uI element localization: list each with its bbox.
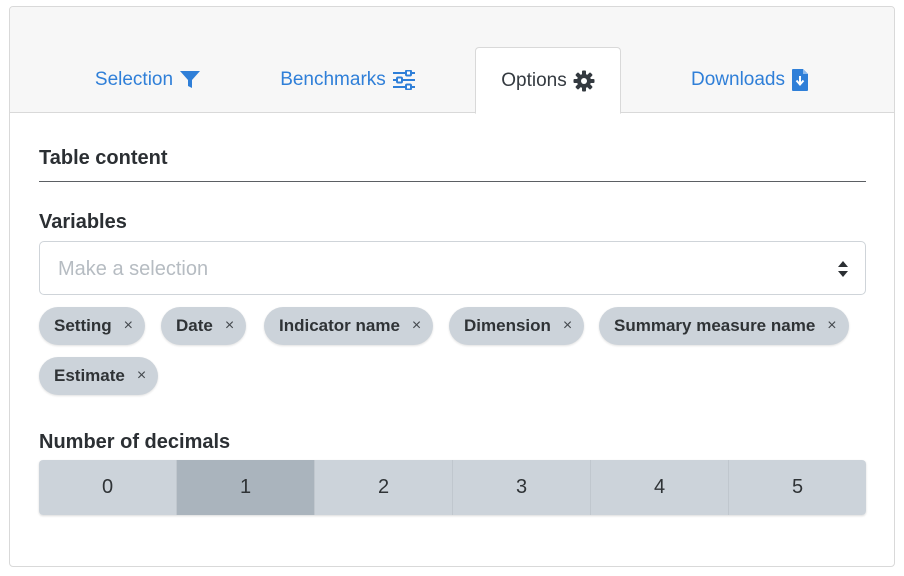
- chip-label: Date: [176, 316, 213, 335]
- tab-options[interactable]: Options: [475, 47, 621, 114]
- decimals-label: Number of decimals: [39, 431, 231, 453]
- remove-icon[interactable]: ×: [563, 318, 572, 334]
- decimals-button-group: 0 1 2 3 4 5: [39, 460, 866, 515]
- remove-icon[interactable]: ×: [124, 318, 133, 334]
- decimals-option-0[interactable]: 0: [39, 460, 177, 515]
- tab-selection[interactable]: Selection: [48, 47, 248, 113]
- remove-icon[interactable]: ×: [412, 318, 421, 334]
- remove-icon[interactable]: ×: [225, 318, 234, 334]
- gear-icon: [573, 70, 595, 92]
- chip-indicator-name[interactable]: Indicator name ×: [264, 307, 434, 345]
- variables-label: Variables: [39, 211, 127, 233]
- decimals-option-1[interactable]: 1: [177, 460, 315, 515]
- tab-downloads-label: Downloads: [691, 69, 785, 90]
- chip-dimension[interactable]: Dimension ×: [449, 307, 585, 345]
- options-card: Selection Benchmarks Options Downloads T…: [9, 6, 895, 567]
- chip-summary-measure-name[interactable]: Summary measure name ×: [599, 307, 849, 345]
- tab-header: Selection Benchmarks Options Downloads: [10, 7, 894, 114]
- decimals-option-2[interactable]: 2: [315, 460, 453, 515]
- decimals-option-5[interactable]: 5: [729, 460, 866, 515]
- decimals-option-4[interactable]: 4: [591, 460, 729, 515]
- filter-icon: [179, 70, 201, 90]
- select-caret-icon: [837, 260, 849, 283]
- chip-label: Setting: [54, 316, 112, 335]
- tab-benchmarks[interactable]: Benchmarks: [248, 47, 448, 113]
- variables-select-placeholder: Make a selection: [58, 258, 209, 280]
- decimals-option-3[interactable]: 3: [453, 460, 591, 515]
- remove-icon[interactable]: ×: [137, 368, 146, 384]
- chip-label: Indicator name: [279, 316, 400, 335]
- tab-options-label: Options: [501, 69, 567, 91]
- chip-label: Estimate: [54, 366, 125, 385]
- sliders-icon: [392, 70, 416, 90]
- chip-estimate[interactable]: Estimate ×: [39, 357, 159, 395]
- chip-date[interactable]: Date ×: [161, 307, 247, 345]
- tab-downloads[interactable]: Downloads: [650, 47, 850, 113]
- tab-selection-label: Selection: [94, 69, 174, 90]
- chip-label: Dimension: [464, 316, 551, 335]
- variables-select[interactable]: Make a selection: [39, 241, 866, 295]
- tab-benchmarks-label: Benchmarks: [280, 69, 386, 90]
- section-divider: [39, 181, 866, 182]
- remove-icon[interactable]: ×: [827, 318, 836, 334]
- section-title: Table content: [39, 147, 168, 169]
- file-download-icon: [791, 68, 809, 92]
- chip-setting[interactable]: Setting ×: [39, 307, 145, 345]
- selected-variables: Setting × Date × Indicator name × Dimens…: [39, 307, 866, 397]
- chip-label: Summary measure name: [614, 316, 816, 335]
